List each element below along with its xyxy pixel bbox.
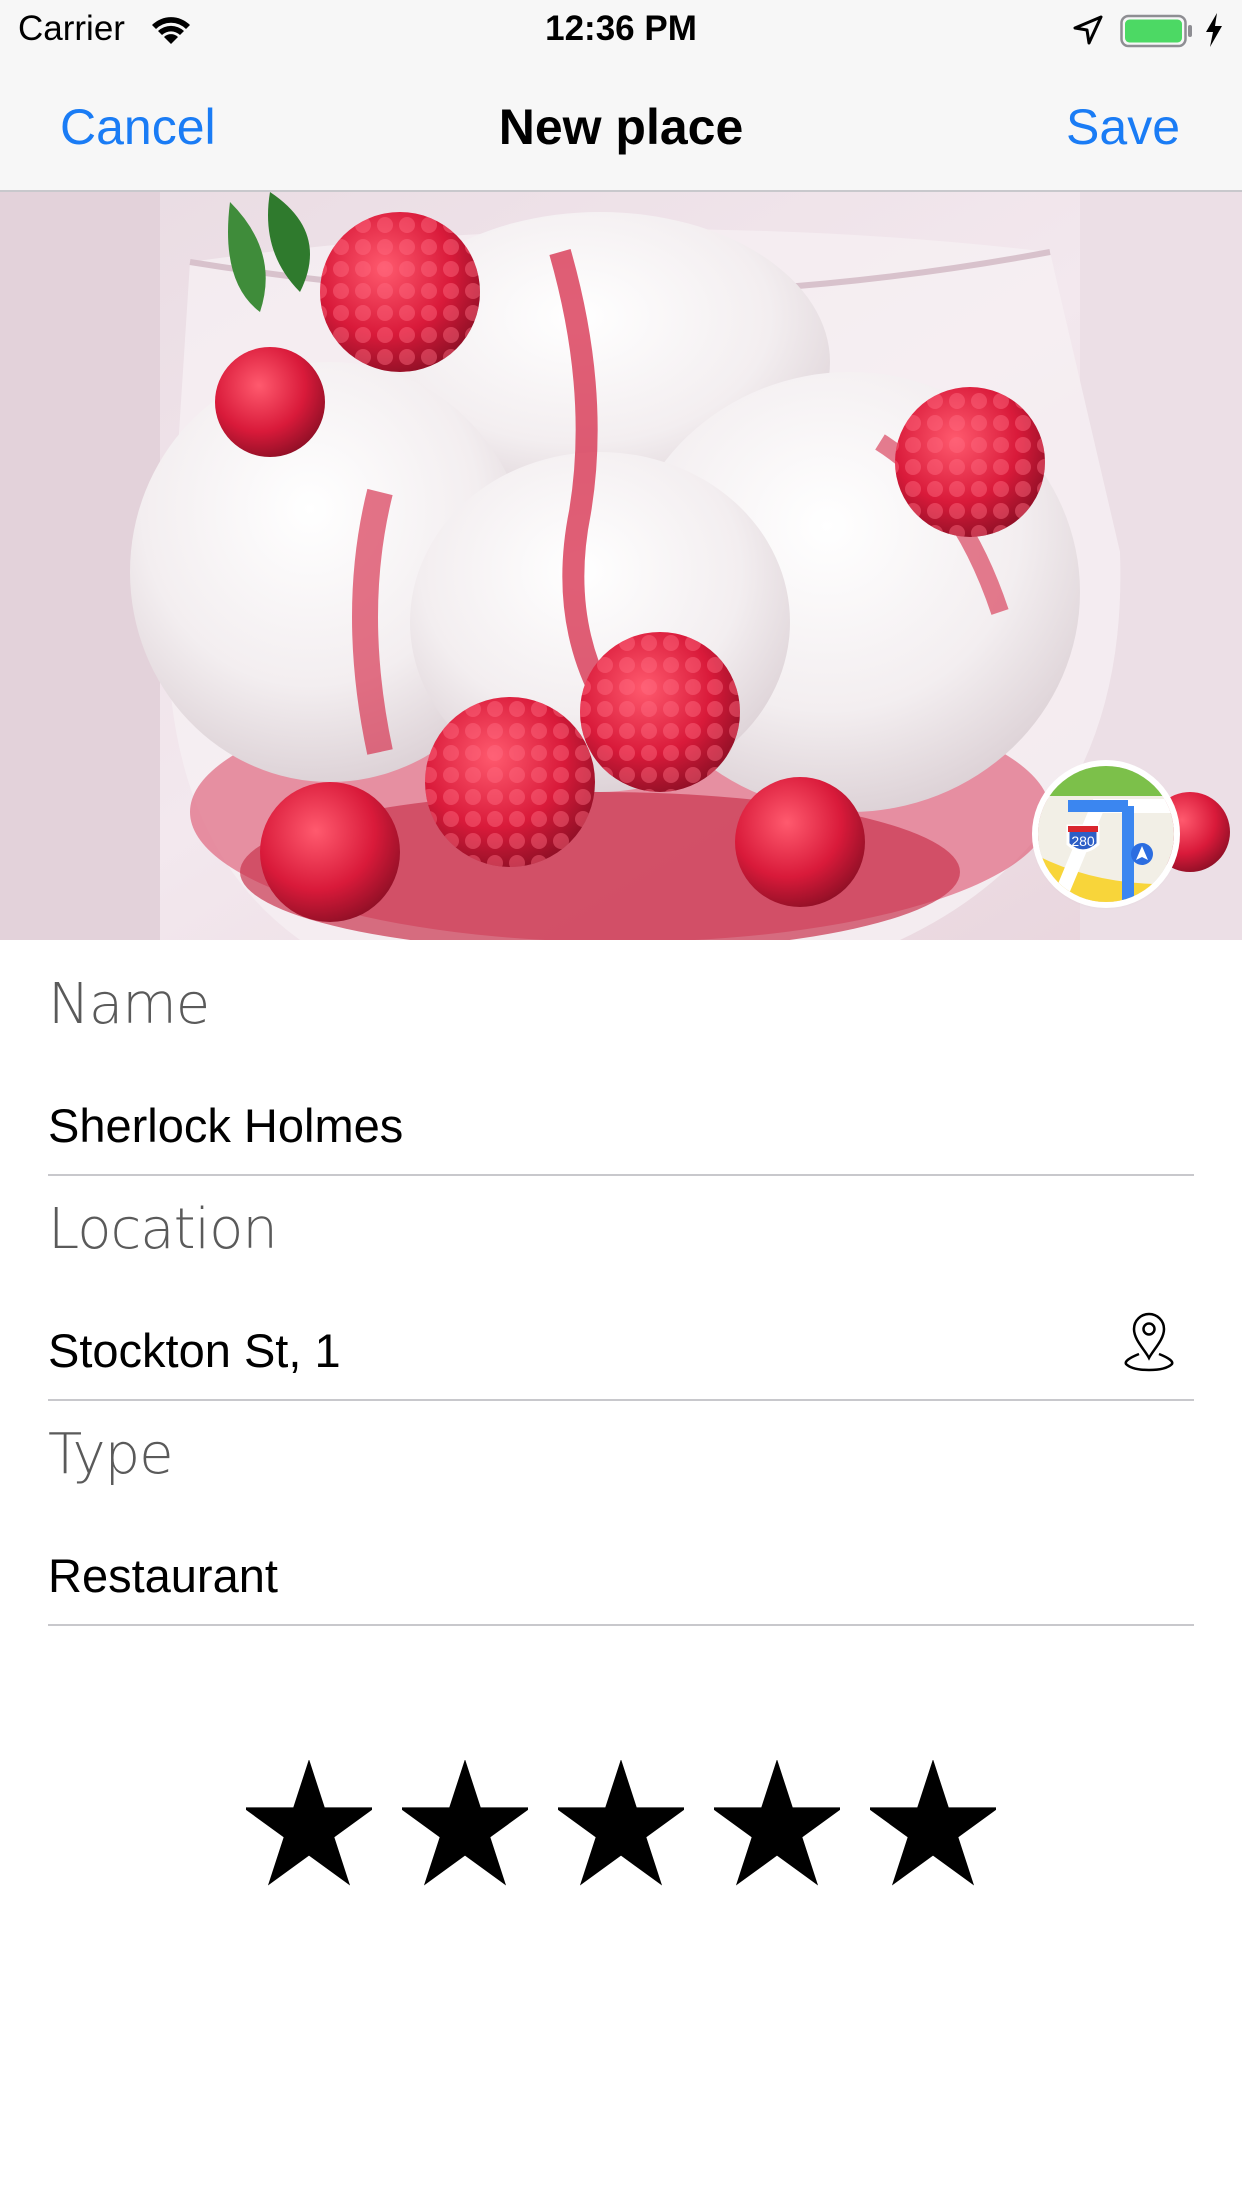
navigation-bar: Cancel New place Save: [0, 62, 1242, 192]
maps-app-icon[interactable]: 280: [1038, 766, 1174, 902]
place-photo[interactable]: 280: [0, 192, 1242, 940]
battery-icon: [1120, 14, 1192, 48]
status-bar: Carrier 12:36 PM: [0, 0, 1242, 62]
page-title: New place: [498, 99, 744, 155]
star-icon[interactable]: [246, 1760, 372, 1886]
location-label: Location: [48, 1197, 278, 1262]
type-field[interactable]: [48, 1540, 1194, 1626]
type-label: Type: [48, 1422, 174, 1487]
name-field[interactable]: [48, 1090, 1194, 1176]
charging-icon: [1206, 13, 1222, 47]
star-icon[interactable]: [714, 1760, 840, 1886]
new-place-screen: Carrier 12:36 PM Cancel New place Save 2…: [0, 0, 1242, 2208]
star-icon[interactable]: [870, 1760, 996, 1886]
star-icon[interactable]: [402, 1760, 528, 1886]
save-button[interactable]: Save: [1066, 98, 1180, 156]
interstate-shield-label: 280: [1071, 833, 1095, 849]
star-icon[interactable]: [558, 1760, 684, 1886]
location-field[interactable]: [48, 1315, 1194, 1401]
map-pin-icon[interactable]: [1120, 1310, 1178, 1372]
rating-control[interactable]: [0, 1760, 1242, 1900]
map-icon: 280: [1038, 766, 1174, 902]
name-label: Name: [48, 972, 210, 1037]
location-arrow-icon: [1073, 15, 1103, 45]
status-time: 12:36 PM: [545, 9, 697, 48]
